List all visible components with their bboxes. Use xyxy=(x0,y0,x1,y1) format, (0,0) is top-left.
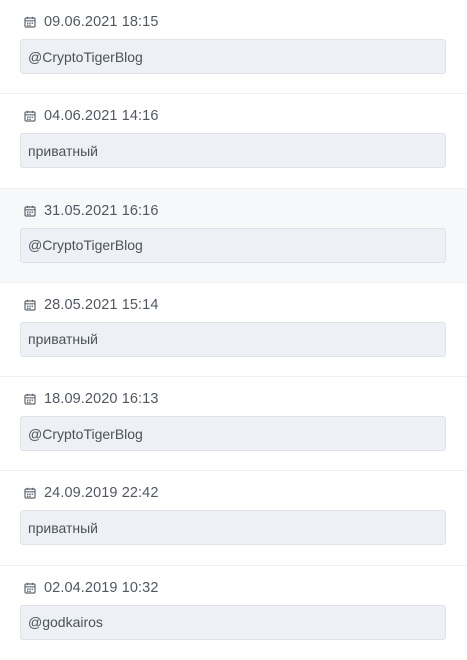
list-item: 02.04.2019 10:32 @godkairos xyxy=(0,565,467,660)
entry-value: приватный xyxy=(28,142,98,159)
list-item: 09.06.2021 18:15 @CryptoTigerBlog xyxy=(0,0,467,95)
entry-value: @CryptoTigerBlog xyxy=(28,237,143,254)
entry-value: @CryptoTigerBlog xyxy=(28,425,143,442)
calendar-icon xyxy=(24,299,36,311)
entry-value: @CryptoTigerBlog xyxy=(28,48,143,65)
date-row: 09.06.2021 18:15 xyxy=(20,12,446,32)
entry-value-field: приватный xyxy=(20,133,446,169)
entry-value-field: приватный xyxy=(20,321,446,357)
entry-value-field: @CryptoTigerBlog xyxy=(20,416,446,452)
history-list: 09.06.2021 18:15 @CryptoTigerBlog 04.06.… xyxy=(0,0,467,660)
entry-value-field: @CryptoTigerBlog xyxy=(20,39,446,74)
calendar-icon xyxy=(24,582,36,594)
entry-date: 04.06.2021 14:16 xyxy=(44,108,159,125)
entry-date: 24.09.2019 22:42 xyxy=(44,485,159,502)
entry-value: приватный xyxy=(28,331,98,348)
entry-value-field: приватный xyxy=(20,510,446,546)
entry-date: 28.05.2021 15:14 xyxy=(44,296,159,313)
entry-value-field: @CryptoTigerBlog xyxy=(20,227,446,263)
list-item: 28.05.2021 15:14 приватный xyxy=(0,282,467,378)
entry-date: 02.04.2019 10:32 xyxy=(44,579,159,596)
calendar-icon xyxy=(24,487,36,500)
list-item: 04.06.2021 14:16 приватный xyxy=(0,94,467,189)
entry-date: 31.05.2021 16:16 xyxy=(44,202,159,219)
list-item: 24.09.2019 22:42 приватный xyxy=(0,471,467,566)
entry-date: 09.06.2021 18:15 xyxy=(44,14,159,30)
list-item: 18.09.2020 16:13 @CryptoTigerBlog xyxy=(0,377,467,472)
date-row: 18.09.2020 16:13 xyxy=(20,389,446,409)
calendar-icon xyxy=(24,205,36,217)
date-row: 02.04.2019 10:32 xyxy=(20,578,446,598)
calendar-icon xyxy=(24,393,36,405)
calendar-icon xyxy=(24,110,36,122)
date-row: 04.06.2021 14:16 xyxy=(20,106,446,126)
entry-date: 18.09.2020 16:13 xyxy=(44,391,159,408)
date-row: 24.09.2019 22:42 xyxy=(20,483,446,503)
entry-value-field: @godkairos xyxy=(20,604,446,640)
date-row: 31.05.2021 16:16 xyxy=(20,201,446,221)
date-row: 28.05.2021 15:14 xyxy=(20,295,446,315)
entry-value: приватный xyxy=(28,519,98,536)
list-item: 31.05.2021 16:16 @CryptoTigerBlog xyxy=(0,188,467,283)
calendar-icon xyxy=(24,16,36,28)
entry-value: @godkairos xyxy=(28,614,103,631)
